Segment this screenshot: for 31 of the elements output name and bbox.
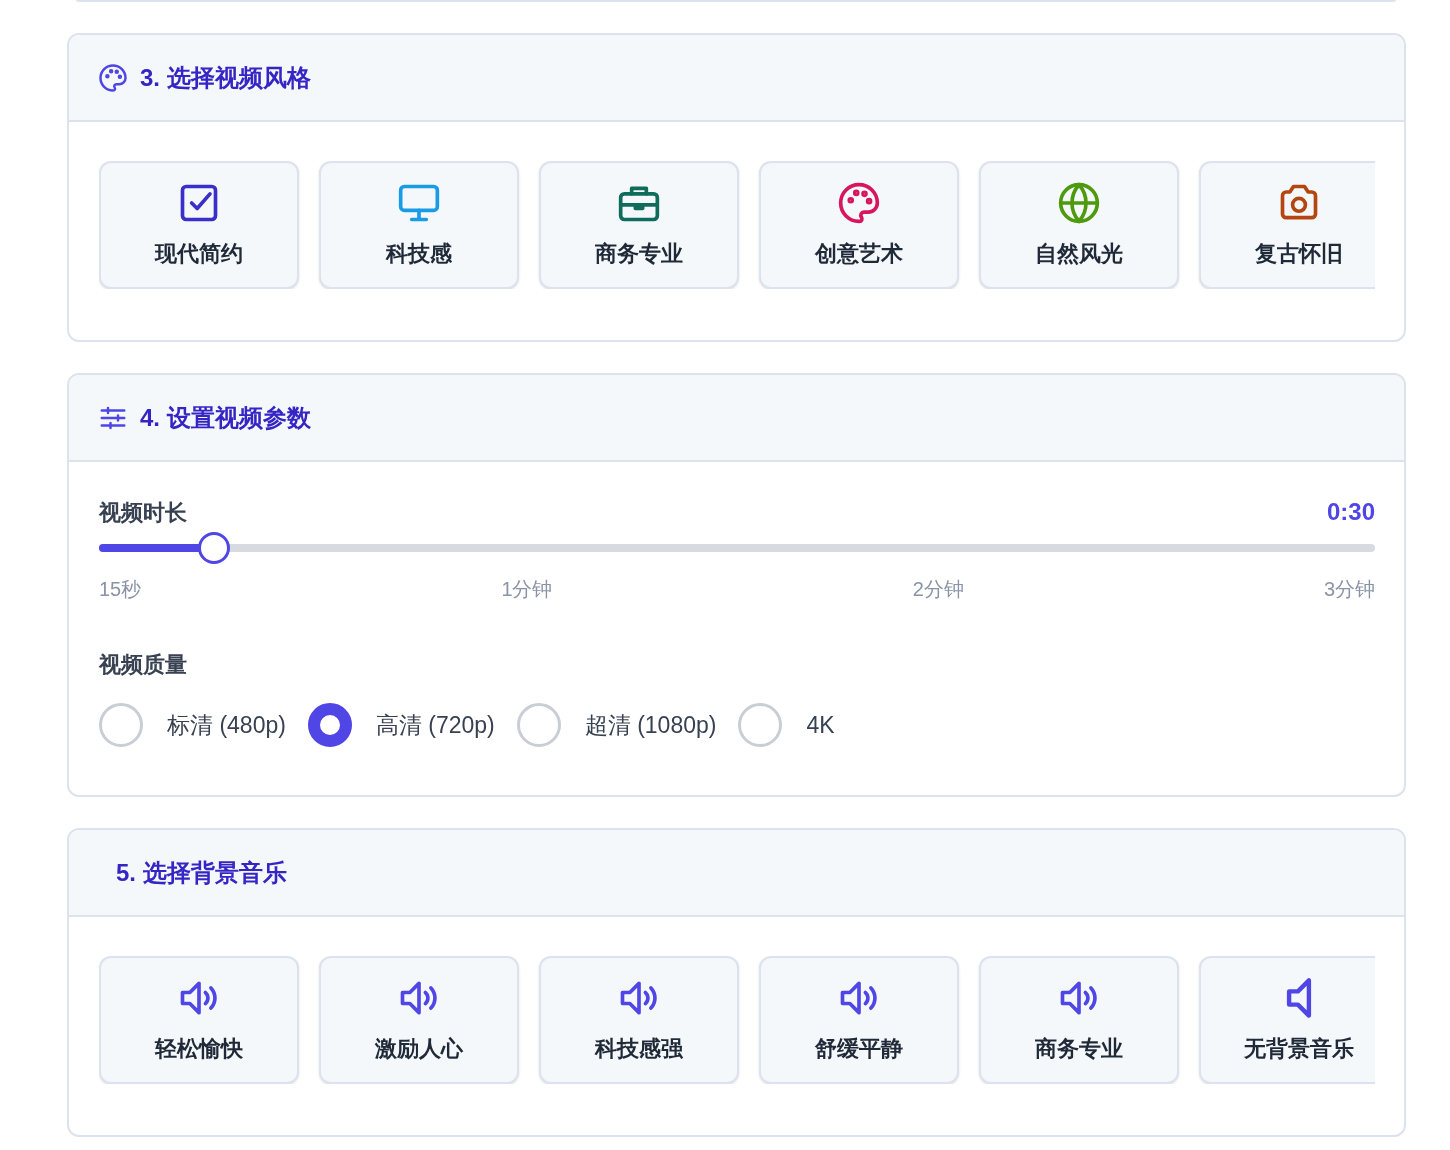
music-option[interactable]: 商务专业 xyxy=(979,956,1179,1084)
style-option[interactable]: 自然风光 xyxy=(979,161,1179,289)
music-option[interactable]: 轻松愉快 xyxy=(99,956,299,1084)
section-title: 4. 设置视频参数 xyxy=(140,402,311,433)
style-option[interactable]: 现代简约 xyxy=(99,161,299,289)
music-option[interactable]: 科技感强 xyxy=(539,956,739,1084)
section-title: 5. 选择背景音乐 xyxy=(116,857,287,888)
muted-speaker-icon xyxy=(1286,975,1312,1020)
duration-label: 视频时长 xyxy=(99,498,187,527)
style-option[interactable]: 商务专业 xyxy=(539,161,739,289)
style-option[interactable]: 创意艺术 xyxy=(759,161,959,289)
tick-label: 1分钟 xyxy=(501,577,553,602)
quality-label: 视频质量 xyxy=(99,651,188,679)
radio-button[interactable] xyxy=(307,703,352,747)
tick-label: 3分钟 xyxy=(1323,577,1375,602)
palette-icon xyxy=(98,62,128,93)
music-option[interactable]: 激励人心 xyxy=(319,956,519,1084)
radio-label[interactable]: 4K xyxy=(806,707,835,743)
section-title: 3. 选择视频风格 xyxy=(140,62,311,93)
music-option[interactable]: 舒缓平静 xyxy=(759,956,959,1084)
tick-label: 2分钟 xyxy=(912,577,964,602)
radio-label[interactable]: 高清 (720p) xyxy=(375,707,495,743)
duration-slider[interactable] xyxy=(99,532,1375,564)
music-option[interactable]: 无背景音乐 xyxy=(1199,956,1375,1084)
radio-label[interactable]: 标清 (480p) xyxy=(167,707,286,743)
radio-label[interactable]: 超清 (1080p) xyxy=(584,707,717,743)
tick-label: 15秒 xyxy=(99,577,142,602)
slider-thumb[interactable] xyxy=(197,532,230,564)
style-option[interactable]: 科技感 xyxy=(319,161,519,289)
duration-value: 0:30 xyxy=(1326,497,1375,527)
style-option[interactable]: 复古怀旧 xyxy=(1199,161,1375,289)
